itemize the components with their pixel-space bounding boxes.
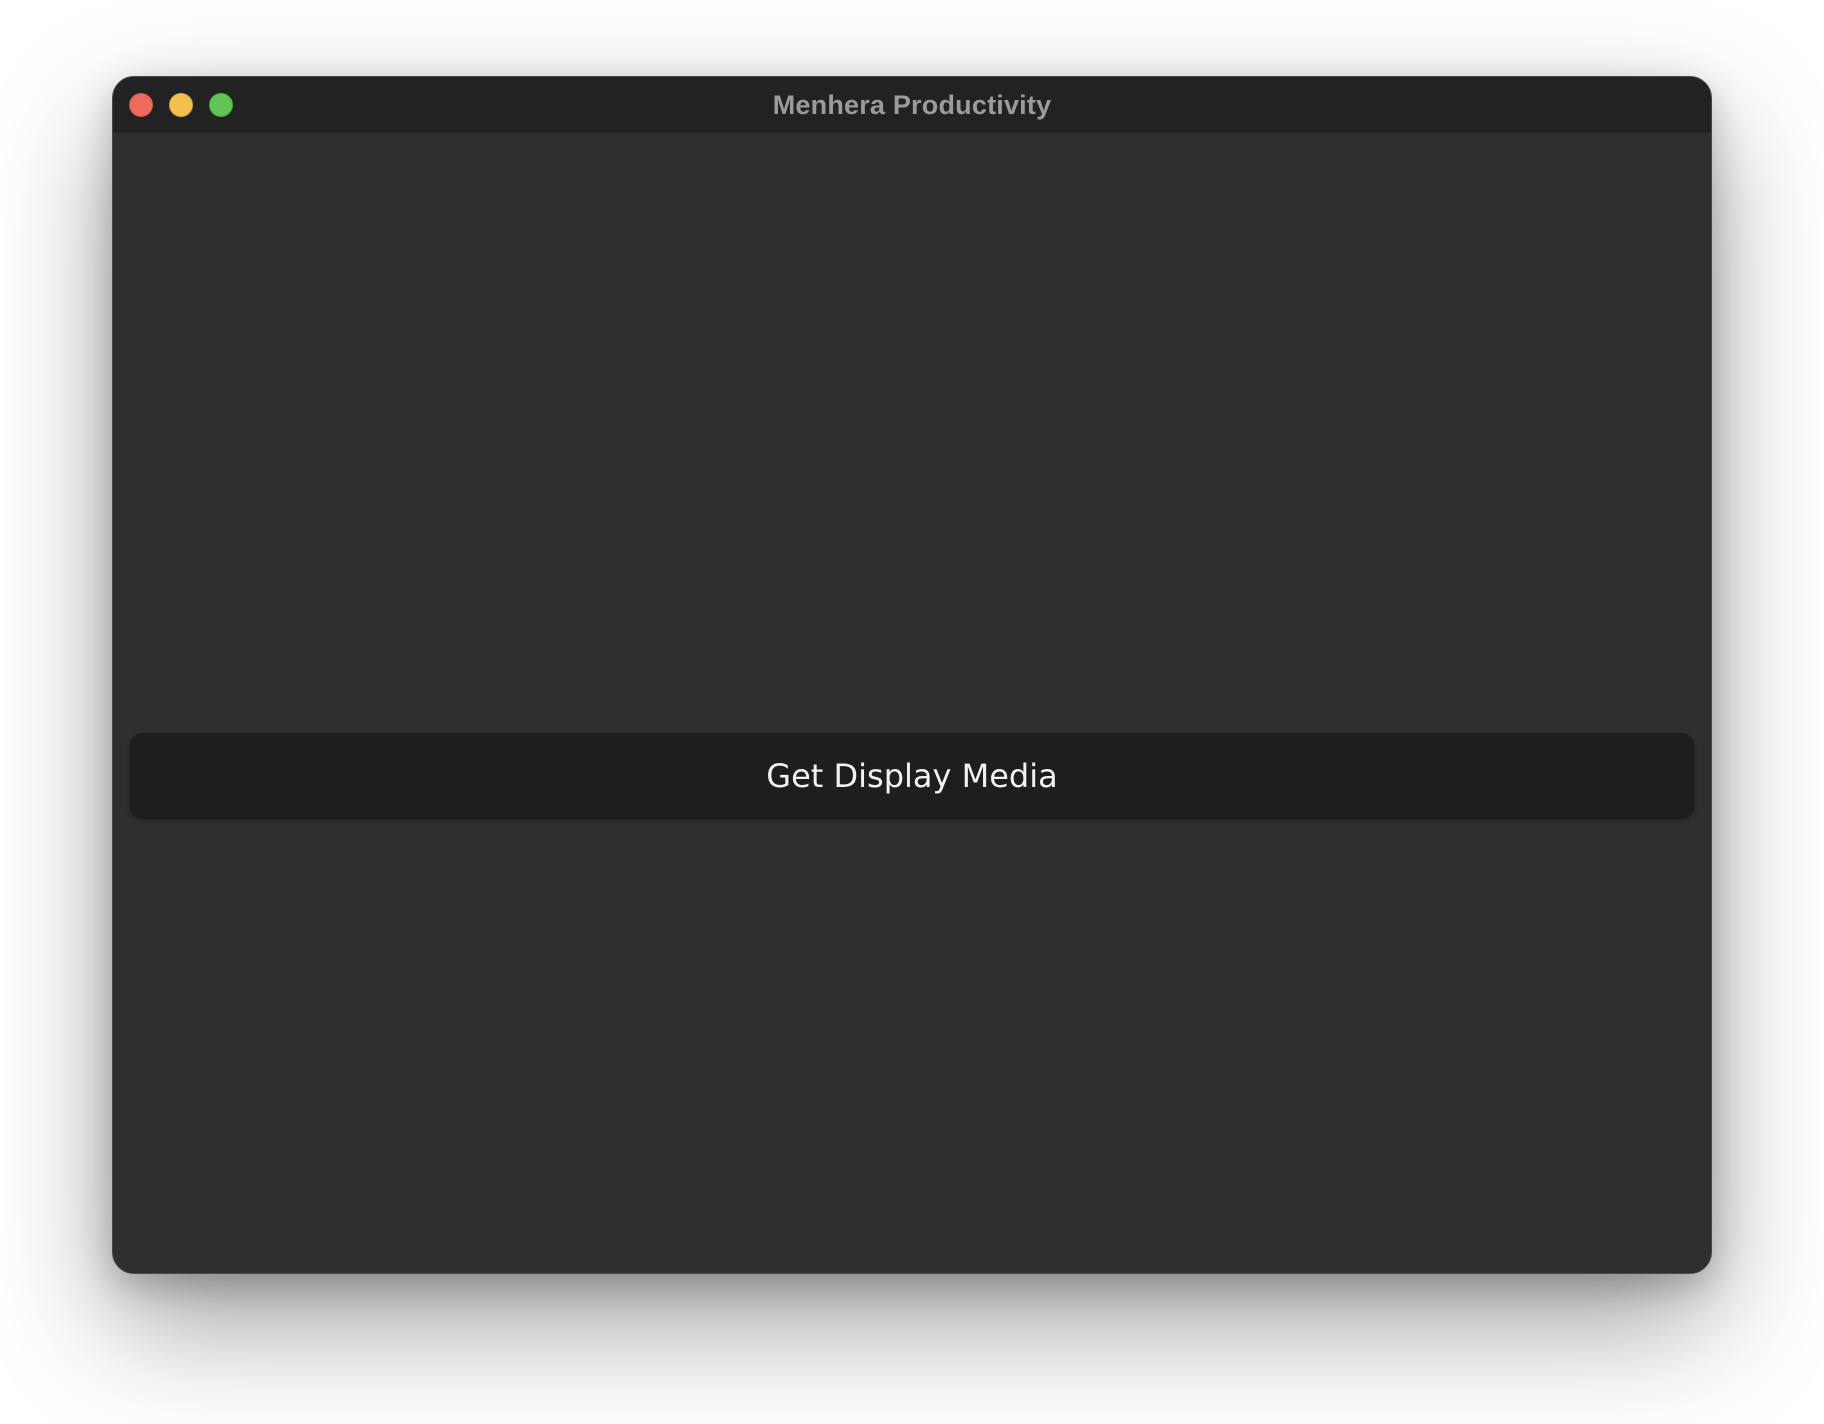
title-bar[interactable]: Menhera Productivity	[113, 77, 1711, 133]
maximize-icon[interactable]	[209, 93, 233, 117]
minimize-icon[interactable]	[169, 93, 193, 117]
get-display-media-button[interactable]: Get Display Media	[129, 733, 1695, 819]
close-icon[interactable]	[129, 93, 153, 117]
window-controls	[129, 93, 233, 117]
app-window: Menhera Productivity Get Display Media	[112, 76, 1712, 1274]
main-content: Get Display Media	[113, 133, 1711, 1273]
window-title: Menhera Productivity	[772, 89, 1052, 120]
